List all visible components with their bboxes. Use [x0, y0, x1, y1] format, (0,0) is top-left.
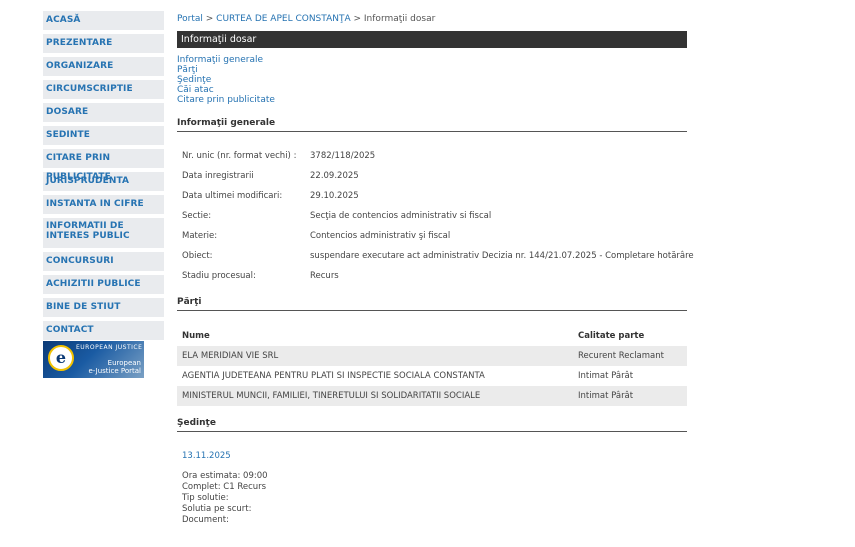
party-role: Intimat Pârât [578, 391, 634, 401]
info-value: Recurs [310, 271, 339, 281]
hearing-tip-solutie: Tip solutie: [182, 493, 229, 503]
ejustice-logo-letter: e [55, 348, 67, 367]
quicklink-sedinte[interactable]: Şedinţe [177, 75, 275, 85]
sidebar-item-jurisprudenta[interactable]: JURISPRUDENTA [43, 172, 164, 191]
quicklink-parti[interactable]: Părţi [177, 65, 275, 75]
column-header-calitate: Calitate parte [578, 331, 645, 341]
quicklink-citare[interactable]: Citare prin publicitate [177, 95, 275, 105]
info-label: Obiect: [182, 251, 213, 261]
sidebar-item-citare[interactable]: CITARE PRIN PUBLICITATE [43, 149, 164, 182]
info-label: Data inregistrarii [182, 171, 254, 181]
sidebar-item-prezentare[interactable]: PREZENTARE [43, 34, 164, 53]
parties-table-header: Nume Calitate parte [177, 326, 687, 346]
sidebar-nav: ACASĂ PREZENTARE ORGANIZARE CIRCUMSCRIPT… [43, 11, 164, 344]
sidebar-item-circumscriptie[interactable]: CIRCUMSCRIPTIE [43, 80, 164, 99]
table-row: AGENTIA JUDETEANA PENTRU PLATI SI INSPEC… [177, 366, 687, 386]
general-info-heading: Informaţii generale [177, 118, 687, 132]
info-label: Sectie: [182, 211, 212, 221]
sidebar-item-sedinte[interactable]: SEDINTE [43, 126, 164, 145]
info-label: Stadiu procesual: [182, 271, 256, 281]
breadcrumb-court[interactable]: CURTEA DE APEL CONSTANŢA [216, 14, 350, 24]
hearing-complet: Complet: C1 Recurs [182, 482, 267, 492]
ejustice-brand-line2: e-Justice Portal [88, 367, 141, 375]
quicklink-informatii-generale[interactable]: Informaţii generale [177, 55, 275, 65]
breadcrumb-separator: > [205, 14, 214, 24]
ejustice-brand: European e-Justice Portal [88, 359, 141, 375]
party-name: AGENTIA JUDETEANA PENTRU PLATI SI INSPEC… [182, 371, 485, 381]
info-label: Nr. unic (nr. format vechi) : [182, 151, 297, 161]
breadcrumb: Portal > CURTEA DE APEL CONSTANŢA > Info… [177, 14, 435, 24]
info-value: suspendare executare act administrativ D… [310, 251, 694, 261]
sidebar-item-informatii-interes-public[interactable]: INFORMATII DE INTERES PUBLIC [43, 218, 164, 248]
hearing-document: Document: [182, 515, 229, 525]
sidebar-item-dosare[interactable]: DOSARE [43, 103, 164, 122]
breadcrumb-portal[interactable]: Portal [177, 14, 203, 24]
sidebar-item-contact[interactable]: CONTACT [43, 321, 164, 340]
sidebar-item-organizare[interactable]: ORGANIZARE [43, 57, 164, 76]
sidebar-item-concursuri[interactable]: CONCURSURI [43, 252, 164, 271]
info-label: Materie: [182, 231, 218, 241]
quicklink-cai-atac[interactable]: Căi atac [177, 85, 275, 95]
breadcrumb-separator: > [353, 14, 362, 24]
hearing-ora-estimata: Ora estimata: 09:00 [182, 471, 268, 481]
hearing-date: 13.11.2025 [182, 451, 231, 461]
info-value: Contencios administrativ şi fiscal [310, 231, 451, 241]
breadcrumb-current: Informaţii dosar [363, 14, 436, 24]
table-row: MINISTERUL MUNCII, FAMILIEI, TINERETULUI… [177, 386, 687, 406]
section-quicklinks: Informaţii generale Părţi Şedinţe Căi at… [177, 55, 275, 105]
info-label: Data ultimei modificari: [182, 191, 283, 201]
table-row: ELA MERIDIAN VIE SRL Recurent Reclamant [177, 346, 687, 366]
info-value: 22.09.2025 [310, 171, 359, 181]
info-value: Secţia de contencios administrativ si fi… [310, 211, 492, 221]
info-value: 3782/118/2025 [310, 151, 376, 161]
ejustice-brand-line1: European [107, 359, 141, 367]
parties-heading: Părţi [177, 297, 687, 311]
ejustice-banner[interactable]: e EUROPEAN JUSTICE European e-Justice Po… [43, 341, 144, 378]
sidebar-item-achizitii-publice[interactable]: ACHIZITII PUBLICE [43, 275, 164, 294]
info-value: 29.10.2025 [310, 191, 359, 201]
sidebar-item-acasa[interactable]: ACASĂ [43, 11, 164, 30]
hearings-heading: Şedinţe [177, 418, 687, 432]
sidebar-item-bine-de-stiut[interactable]: BINE DE STIUT [43, 298, 164, 317]
party-role: Intimat Pârât [578, 371, 634, 381]
party-name: ELA MERIDIAN VIE SRL [182, 351, 279, 361]
ejustice-logo-icon: e [48, 345, 74, 371]
ejustice-top-text: EUROPEAN JUSTICE [76, 344, 143, 351]
page-title: Informaţii dosar [177, 31, 687, 48]
column-header-nume: Nume [182, 331, 210, 341]
hearing-solutia-pe-scurt: Solutia pe scurt: [182, 504, 252, 514]
party-role: Recurent Reclamant [578, 351, 664, 361]
sidebar-item-instanta-in-cifre[interactable]: INSTANTA IN CIFRE [43, 195, 164, 214]
party-name: MINISTERUL MUNCII, FAMILIEI, TINERETULUI… [182, 391, 481, 401]
